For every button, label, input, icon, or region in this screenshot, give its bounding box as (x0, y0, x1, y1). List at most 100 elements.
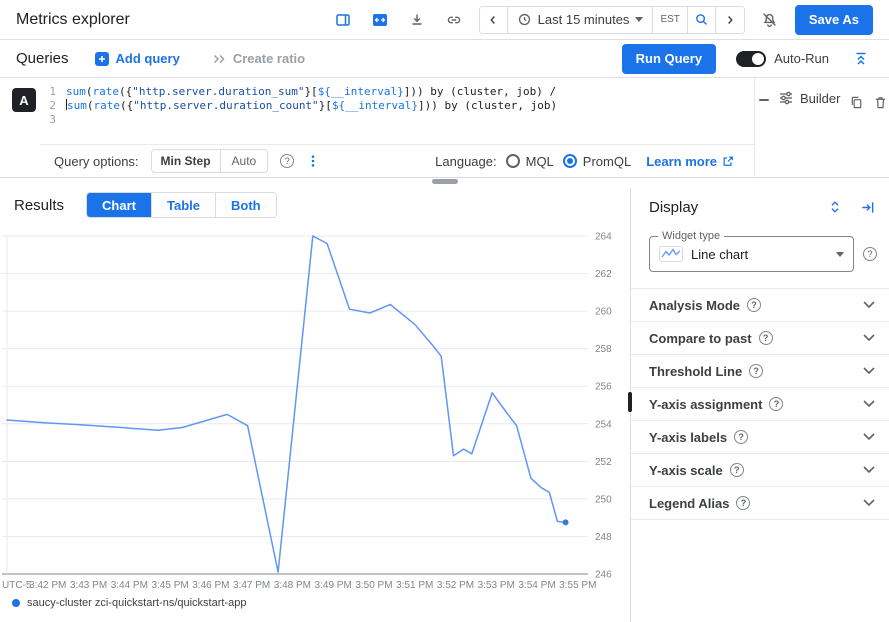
line-number: 3 (40, 113, 66, 127)
create-ratio-button[interactable]: Create ratio (206, 50, 311, 67)
pane-resize-icon[interactable] (759, 99, 769, 101)
add-query-button[interactable]: Add query (89, 50, 186, 67)
alerting-disabled-icon[interactable] (758, 8, 782, 32)
help-icon[interactable] (280, 154, 294, 168)
auto-run-toggle[interactable] (736, 51, 766, 67)
display-sections: Analysis Mode Compare to past Threshold Li… (631, 288, 889, 520)
svg-text:3:50 PM: 3:50 PM (355, 580, 392, 591)
display-section-y-axis-labels[interactable]: Y-axis labels (631, 421, 889, 454)
chevron-down-icon (863, 367, 875, 375)
code-editor[interactable]: 1sum(rate({"http.server.duration_sum"}[$… (40, 78, 754, 144)
language-option-promql[interactable]: PromQL (563, 154, 631, 169)
chevron-down-icon (863, 400, 875, 408)
query-badge-column: A (0, 78, 40, 177)
display-section-legend-alias[interactable]: Legend Alias (631, 487, 889, 520)
learn-more-link[interactable]: Learn more (640, 153, 740, 170)
svg-text:3:55 PM: 3:55 PM (559, 580, 596, 591)
widget-type-value: Line chart (691, 247, 828, 262)
copy-icon[interactable] (849, 90, 864, 114)
svg-text:254: 254 (595, 419, 612, 430)
display-section-threshold-line[interactable]: Threshold Line (631, 355, 889, 388)
fullscreen-icon[interactable] (368, 8, 392, 32)
more-options-icon[interactable] (306, 153, 320, 169)
svg-text:3:46 PM: 3:46 PM (192, 580, 229, 591)
chart-legend[interactable]: saucy-cluster zci-quickstart-ns/quicksta… (0, 594, 630, 612)
radio-icon (506, 154, 520, 168)
top-app-bar: Metrics explorer Last 15 minutes EST (0, 0, 889, 40)
svg-text:252: 252 (595, 457, 612, 468)
section-label: Legend Alias (649, 496, 750, 511)
svg-text:258: 258 (595, 344, 612, 355)
section-label: Analysis Mode (649, 298, 761, 313)
svg-text:3:54 PM: 3:54 PM (518, 580, 555, 591)
help-icon (734, 430, 748, 444)
min-step-control[interactable]: Min Step Auto (151, 149, 269, 173)
display-section-analysis-mode[interactable]: Analysis Mode (631, 289, 889, 322)
legend-series-dot (12, 599, 20, 607)
display-section-y-axis-assignment[interactable]: Y-axis assignment (631, 388, 889, 421)
collapse-editor-icon[interactable] (849, 47, 873, 71)
display-section-compare-to-past[interactable]: Compare to past (631, 322, 889, 355)
toggle-knob (752, 53, 764, 65)
svg-text:UTC-5: UTC-5 (2, 580, 32, 591)
expand-all-icon[interactable] (825, 195, 845, 219)
link-icon[interactable] (442, 8, 466, 32)
svg-text:256: 256 (595, 382, 612, 393)
collapse-panel-icon[interactable] (857, 195, 877, 219)
timezone-label: EST (653, 7, 687, 33)
tune-icon (778, 90, 794, 106)
help-icon[interactable] (863, 247, 877, 261)
clock-icon (517, 12, 532, 27)
time-range-selector[interactable]: Last 15 minutes (508, 7, 654, 33)
panel-toggle-icon[interactable] (331, 8, 355, 32)
section-label: Y-axis assignment (649, 397, 783, 412)
chevron-down-icon (863, 433, 875, 441)
caret-down-icon (635, 17, 643, 22)
display-header: Display (631, 188, 889, 226)
svg-text:3:53 PM: 3:53 PM (478, 580, 515, 591)
svg-text:260: 260 (595, 307, 612, 318)
time-forward-button[interactable] (716, 7, 744, 33)
results-tab-table[interactable]: Table (152, 193, 216, 217)
caret-down-icon (836, 252, 844, 257)
language-option-mql[interactable]: MQL (506, 154, 554, 169)
code-line: 1sum(rate({"http.server.duration_sum"}[$… (40, 85, 754, 99)
delete-icon[interactable] (873, 90, 888, 114)
editor-tools: Builder (755, 78, 889, 177)
widget-type-row: Widget type Line chart (631, 226, 889, 288)
results-chart[interactable]: 246248250252254256258260262264UTC-53:42 … (0, 222, 628, 594)
pane-drag-handle[interactable] (432, 179, 458, 184)
svg-text:3:44 PM: 3:44 PM (111, 580, 148, 591)
section-label: Y-axis scale (649, 463, 744, 478)
queries-bar: Queries Add query Create ratio Run Query… (0, 40, 889, 78)
search-button[interactable] (688, 7, 716, 33)
widget-type-select[interactable]: Widget type Line chart (649, 236, 854, 272)
code-line: 2sum(rate({"http.server.duration_count"}… (40, 99, 754, 113)
help-icon (749, 364, 763, 378)
auto-run-control: Auto-Run (736, 51, 829, 67)
help-icon (747, 298, 761, 312)
time-back-button[interactable] (480, 7, 508, 33)
display-panel: Display Widget type Line chart Analysis … (630, 188, 889, 622)
min-step-value: Auto (221, 149, 269, 173)
results-header: Results Chart Table Both (0, 188, 630, 222)
time-range-label: Last 15 minutes (538, 12, 630, 27)
save-as-button[interactable]: Save As (795, 5, 873, 35)
svg-text:248: 248 (595, 532, 612, 543)
results-tab-both[interactable]: Both (216, 193, 276, 217)
external-link-icon (722, 155, 734, 167)
results-title: Results (14, 197, 64, 214)
language-label: Language: (435, 154, 496, 169)
line-number: 2 (40, 99, 66, 113)
download-icon[interactable] (405, 8, 429, 32)
svg-text:3:45 PM: 3:45 PM (151, 580, 188, 591)
builder-button[interactable]: Builder (778, 90, 840, 106)
section-label: Compare to past (649, 331, 773, 346)
display-section-y-axis-scale[interactable]: Y-axis scale (631, 454, 889, 487)
editor-resize-strip (0, 178, 889, 188)
panel-resize-handle[interactable] (628, 392, 632, 412)
results-view-tabs: Chart Table Both (86, 192, 277, 218)
queries-title: Queries (16, 50, 69, 67)
results-tab-chart[interactable]: Chart (87, 193, 152, 217)
run-query-button[interactable]: Run Query (622, 44, 716, 74)
